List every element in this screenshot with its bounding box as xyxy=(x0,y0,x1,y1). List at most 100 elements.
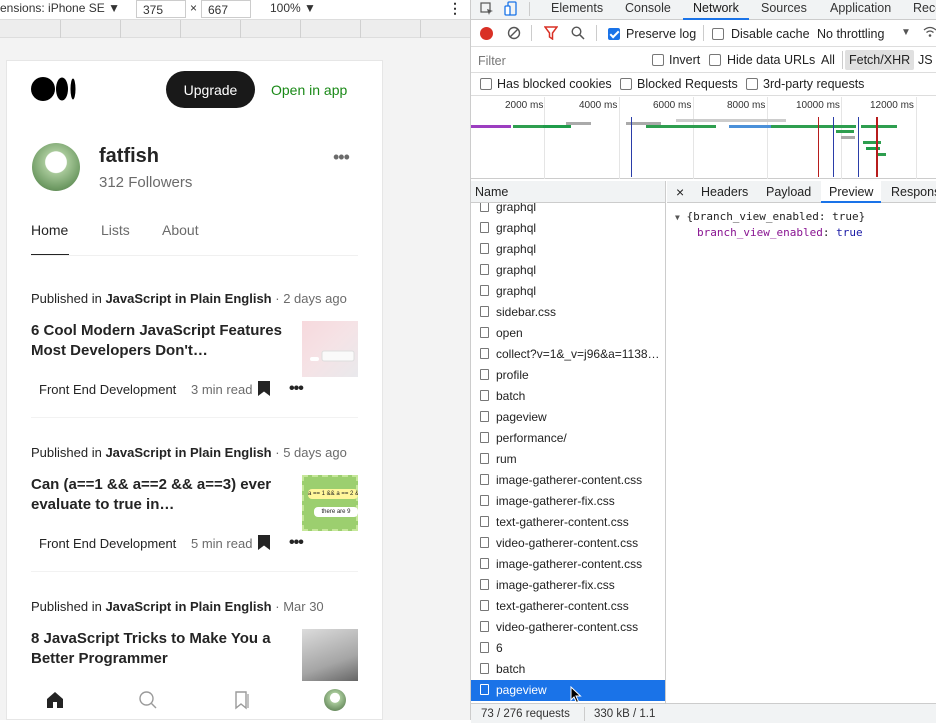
filter-input[interactable]: Filter xyxy=(478,54,506,68)
request-name: image-gatherer-fix.css xyxy=(496,494,615,508)
disable-cache-checkbox[interactable] xyxy=(712,28,724,40)
request-row[interactable]: graphql xyxy=(471,260,665,281)
divider xyxy=(531,25,532,41)
width-input[interactable]: 375 xyxy=(136,0,186,18)
bookmarks-icon[interactable] xyxy=(233,690,251,710)
filter-fetch-xhr-button[interactable]: Fetch/XHR xyxy=(845,50,915,70)
tab-about[interactable]: About xyxy=(162,222,199,238)
tab-headers[interactable]: Headers xyxy=(701,185,748,199)
filter-all-button[interactable]: All xyxy=(821,53,835,67)
request-row[interactable]: pageview xyxy=(471,680,665,701)
medium-logo-icon[interactable] xyxy=(31,77,77,101)
document-icon xyxy=(480,516,489,527)
request-row[interactable]: open xyxy=(471,323,665,344)
preview-root[interactable]: ▼ {branch_view_enabled: true} xyxy=(675,210,865,223)
request-row[interactable]: text-gatherer-content.css xyxy=(471,596,665,617)
tab-sources[interactable]: Sources xyxy=(761,0,807,20)
search-icon[interactable] xyxy=(571,26,585,40)
open-in-app-link[interactable]: Open in app xyxy=(271,82,347,98)
article-more-button[interactable]: ••• xyxy=(289,380,304,398)
clear-icon[interactable] xyxy=(507,26,521,40)
request-name: pageview xyxy=(496,410,547,424)
upgrade-button[interactable]: Upgrade xyxy=(166,71,255,108)
tab-recorder[interactable]: Reco xyxy=(913,0,936,20)
request-row[interactable]: image-gatherer-fix.css xyxy=(471,575,665,596)
blocked-cookies-checkbox[interactable] xyxy=(480,78,492,90)
article-title[interactable]: 6 Cool Modern JavaScript Features Most D… xyxy=(31,321,289,361)
article-tag[interactable]: Front End Development xyxy=(39,536,176,551)
device-select[interactable]: ensions: iPhone SE ▼ xyxy=(0,1,120,15)
request-row[interactable]: video-gatherer-content.css xyxy=(471,533,665,554)
device-toolbar-icon[interactable] xyxy=(504,1,518,17)
profile-avatar-icon[interactable] xyxy=(324,689,346,711)
request-row[interactable]: rum xyxy=(471,449,665,470)
request-row[interactable]: performance/ xyxy=(471,428,665,449)
publication-link[interactable]: JavaScript in Plain English xyxy=(105,291,271,306)
article-thumbnail[interactable]: a == 1 && a == 2 && a == 3 there are 9 xyxy=(302,475,358,531)
waterfall-bar xyxy=(543,125,571,128)
network-overview[interactable]: 2000 ms 4000 ms 6000 ms 8000 ms 10000 ms… xyxy=(471,97,936,179)
tab-preview[interactable]: Preview xyxy=(821,181,882,203)
tab-console[interactable]: Console xyxy=(625,0,671,20)
blocked-requests-checkbox[interactable] xyxy=(620,78,632,90)
tab-home[interactable]: Home xyxy=(31,222,68,238)
filter-icon[interactable] xyxy=(544,26,558,40)
inspect-element-icon[interactable] xyxy=(480,2,494,16)
request-row[interactable]: image-gatherer-fix.css xyxy=(471,491,665,512)
article-tag[interactable]: Front End Development xyxy=(39,382,176,397)
tab-application[interactable]: Application xyxy=(830,0,891,20)
followers-count[interactable]: 312 Followers xyxy=(99,174,192,191)
avatar[interactable] xyxy=(32,143,80,191)
article-thumbnail[interactable] xyxy=(302,629,358,685)
tab-payload[interactable]: Payload xyxy=(766,185,811,199)
record-icon[interactable] xyxy=(480,27,493,40)
tab-response[interactable]: Respons xyxy=(891,185,936,199)
request-row[interactable]: text-gatherer-content.css xyxy=(471,512,665,533)
hide-data-urls-checkbox[interactable] xyxy=(709,54,721,66)
request-row[interactable]: batch xyxy=(471,659,665,680)
tab-network[interactable]: Network xyxy=(683,0,749,20)
request-row[interactable]: graphql xyxy=(471,239,665,260)
request-row[interactable]: sidebar.css xyxy=(471,302,665,323)
request-row[interactable]: graphql xyxy=(471,218,665,239)
name-column-header[interactable]: Name xyxy=(471,181,665,203)
invert-checkbox[interactable] xyxy=(652,54,664,66)
request-row[interactable]: image-gatherer-content.css xyxy=(471,554,665,575)
preserve-log-checkbox[interactable] xyxy=(608,28,620,40)
request-row[interactable]: 6 xyxy=(471,638,665,659)
more-vertical-icon[interactable]: ⋮ xyxy=(448,0,462,17)
request-row[interactable]: pageview xyxy=(471,407,665,428)
third-party-checkbox[interactable] xyxy=(746,78,758,90)
zoom-select[interactable]: 100% ▼ xyxy=(270,1,316,15)
throttling-select[interactable]: No throttling xyxy=(817,27,884,41)
bookmark-icon[interactable] xyxy=(258,381,270,396)
article-divider xyxy=(31,417,358,418)
article-more-button[interactable]: ••• xyxy=(289,534,304,552)
preview-property[interactable]: branch_view_enabled: true xyxy=(697,226,863,239)
article-thumbnail[interactable] xyxy=(302,321,358,377)
height-input[interactable]: 667 xyxy=(201,0,251,18)
publication-link[interactable]: JavaScript in Plain English xyxy=(105,599,271,614)
request-row[interactable]: collect?v=1&_v=j96&a=1138… xyxy=(471,344,665,365)
wifi-icon[interactable] xyxy=(923,26,936,38)
more-options-button[interactable]: ••• xyxy=(333,147,350,168)
bookmark-icon[interactable] xyxy=(258,535,270,550)
request-count: 73 / 276 requests xyxy=(481,708,570,720)
waterfall-bar xyxy=(771,125,811,128)
publication-link[interactable]: JavaScript in Plain English xyxy=(105,445,271,460)
request-row[interactable]: video-gatherer-content.css xyxy=(471,617,665,638)
close-icon[interactable]: × xyxy=(676,184,684,200)
search-icon[interactable] xyxy=(138,690,158,710)
request-name: image-gatherer-content.css xyxy=(496,473,643,487)
request-row[interactable]: batch xyxy=(471,386,665,407)
article-title[interactable]: 8 JavaScript Tricks to Make You a Better… xyxy=(31,629,289,669)
bottom-navigation xyxy=(7,681,382,719)
tab-lists[interactable]: Lists xyxy=(101,222,130,238)
request-row[interactable]: image-gatherer-content.css xyxy=(471,470,665,491)
request-row[interactable]: profile xyxy=(471,365,665,386)
request-row[interactable]: graphql xyxy=(471,281,665,302)
article-title[interactable]: Can (a==1 && a==2 && a==3) ever evaluate… xyxy=(31,475,289,515)
home-icon[interactable] xyxy=(45,690,65,710)
tab-elements[interactable]: Elements xyxy=(551,0,603,20)
filter-js-button[interactable]: JS xyxy=(918,53,933,67)
